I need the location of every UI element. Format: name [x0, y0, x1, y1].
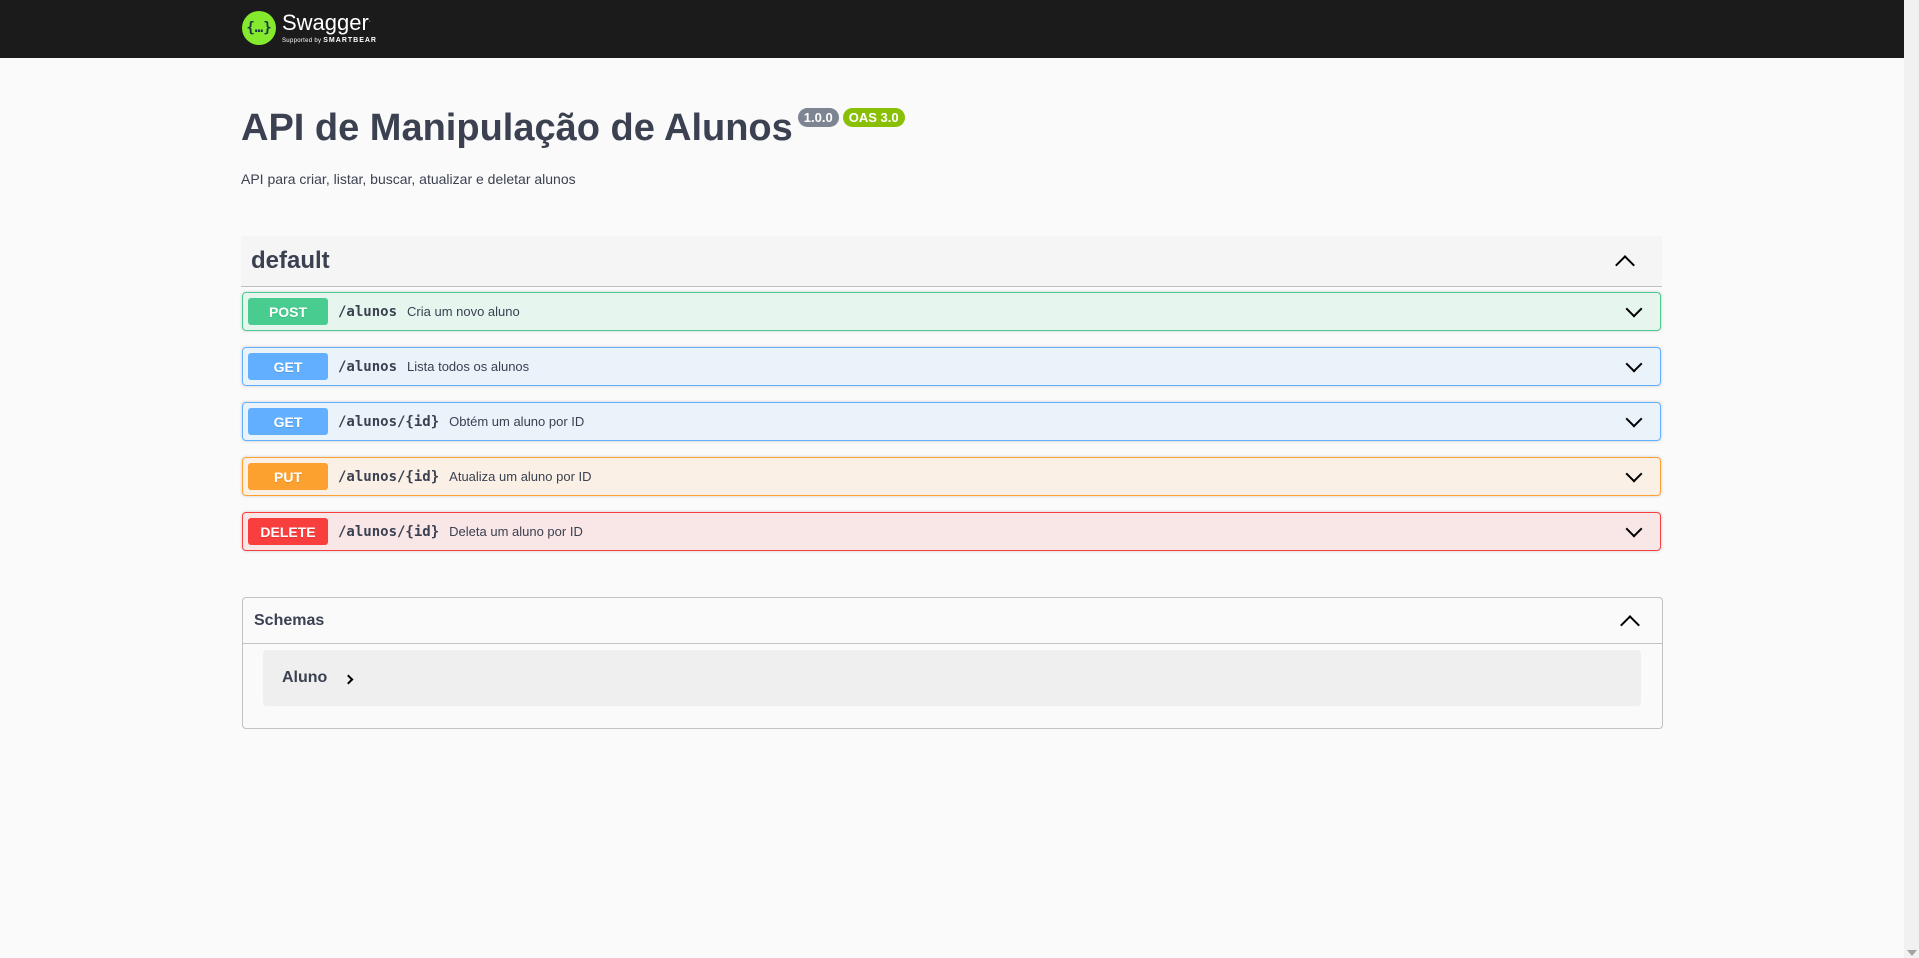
tag-name: default [251, 247, 330, 274]
logo-subtitle: Supported by SMARTBEAR [282, 37, 377, 44]
model-name: Aluno [282, 669, 328, 686]
chevron-down-icon[interactable] [1625, 465, 1643, 482]
page-title: API de Manipulação de Alunos [241, 107, 793, 149]
topbar: {…} Swagger. Supported by SMARTBEAR [0, 0, 1904, 58]
operation-post-alunos[interactable]: POST /alunos Cria um novo aluno [242, 292, 1661, 331]
schemas-section: Schemas Aluno [242, 597, 1663, 729]
operation-summary: Cria um novo aluno [407, 304, 520, 319]
method-badge: DELETE [248, 518, 328, 545]
method-badge: PUT [248, 463, 328, 490]
tag-header-default[interactable]: default [241, 236, 1662, 287]
operation-summary: Obtém um aluno por ID [449, 414, 585, 429]
operation-path: /alunos/{id} [338, 468, 440, 485]
model-aluno[interactable]: Aluno [263, 650, 1641, 706]
chevron-up-icon[interactable] [1620, 614, 1640, 635]
vertical-scrollbar[interactable] [1904, 0, 1919, 958]
chevron-down-icon[interactable] [1625, 410, 1643, 427]
chevron-right-icon[interactable] [343, 674, 354, 684]
version-badge: 1.0.0 [797, 108, 839, 127]
operation-summary: Lista todos os alunos [407, 359, 530, 374]
scroll-down-arrow-icon[interactable] [1907, 950, 1917, 956]
chevron-down-icon[interactable] [1625, 355, 1643, 372]
operation-put-aluno[interactable]: PUT /alunos/{id} Atualiza um aluno por I… [242, 457, 1661, 496]
api-description: API para criar, listar, buscar, atualiza… [241, 171, 576, 187]
info-title-block: API de Manipulação de Alunos 1.0.0 OAS 3… [241, 106, 905, 150]
operation-get-aluno-by-id[interactable]: GET /alunos/{id} Obtém um aluno por ID [242, 402, 1661, 441]
swagger-logo[interactable]: {…} Swagger. Supported by SMARTBEAR [242, 8, 377, 48]
swagger-logo-icon: {…} [242, 11, 276, 45]
chevron-down-icon[interactable] [1625, 300, 1643, 317]
swagger-ui-page: {…} Swagger. Supported by SMARTBEAR API … [0, 0, 1919, 958]
chevron-down-icon[interactable] [1625, 520, 1643, 537]
schemas-title: Schemas [254, 611, 325, 629]
method-badge: GET [248, 408, 328, 435]
logo-title: Swagger. [282, 10, 371, 35]
logo-text: Swagger. Supported by SMARTBEAR [282, 10, 377, 45]
operation-path: /alunos/{id} [338, 413, 440, 430]
operation-summary: Atualiza um aluno por ID [449, 469, 592, 484]
operation-path: /alunos/{id} [338, 523, 440, 540]
schemas-header[interactable]: Schemas [243, 598, 1662, 644]
operation-path: /alunos [338, 358, 398, 375]
operation-get-alunos[interactable]: GET /alunos Lista todos os alunos [242, 347, 1661, 386]
chevron-up-icon[interactable] [1615, 255, 1635, 275]
method-badge: POST [248, 298, 328, 325]
method-badge: GET [248, 353, 328, 380]
oas-badge: OAS 3.0 [842, 108, 905, 127]
operation-summary: Deleta um aluno por ID [449, 524, 583, 539]
operation-path: /alunos [338, 303, 398, 320]
operation-delete-aluno[interactable]: DELETE /alunos/{id} Deleta um aluno por … [242, 512, 1661, 551]
